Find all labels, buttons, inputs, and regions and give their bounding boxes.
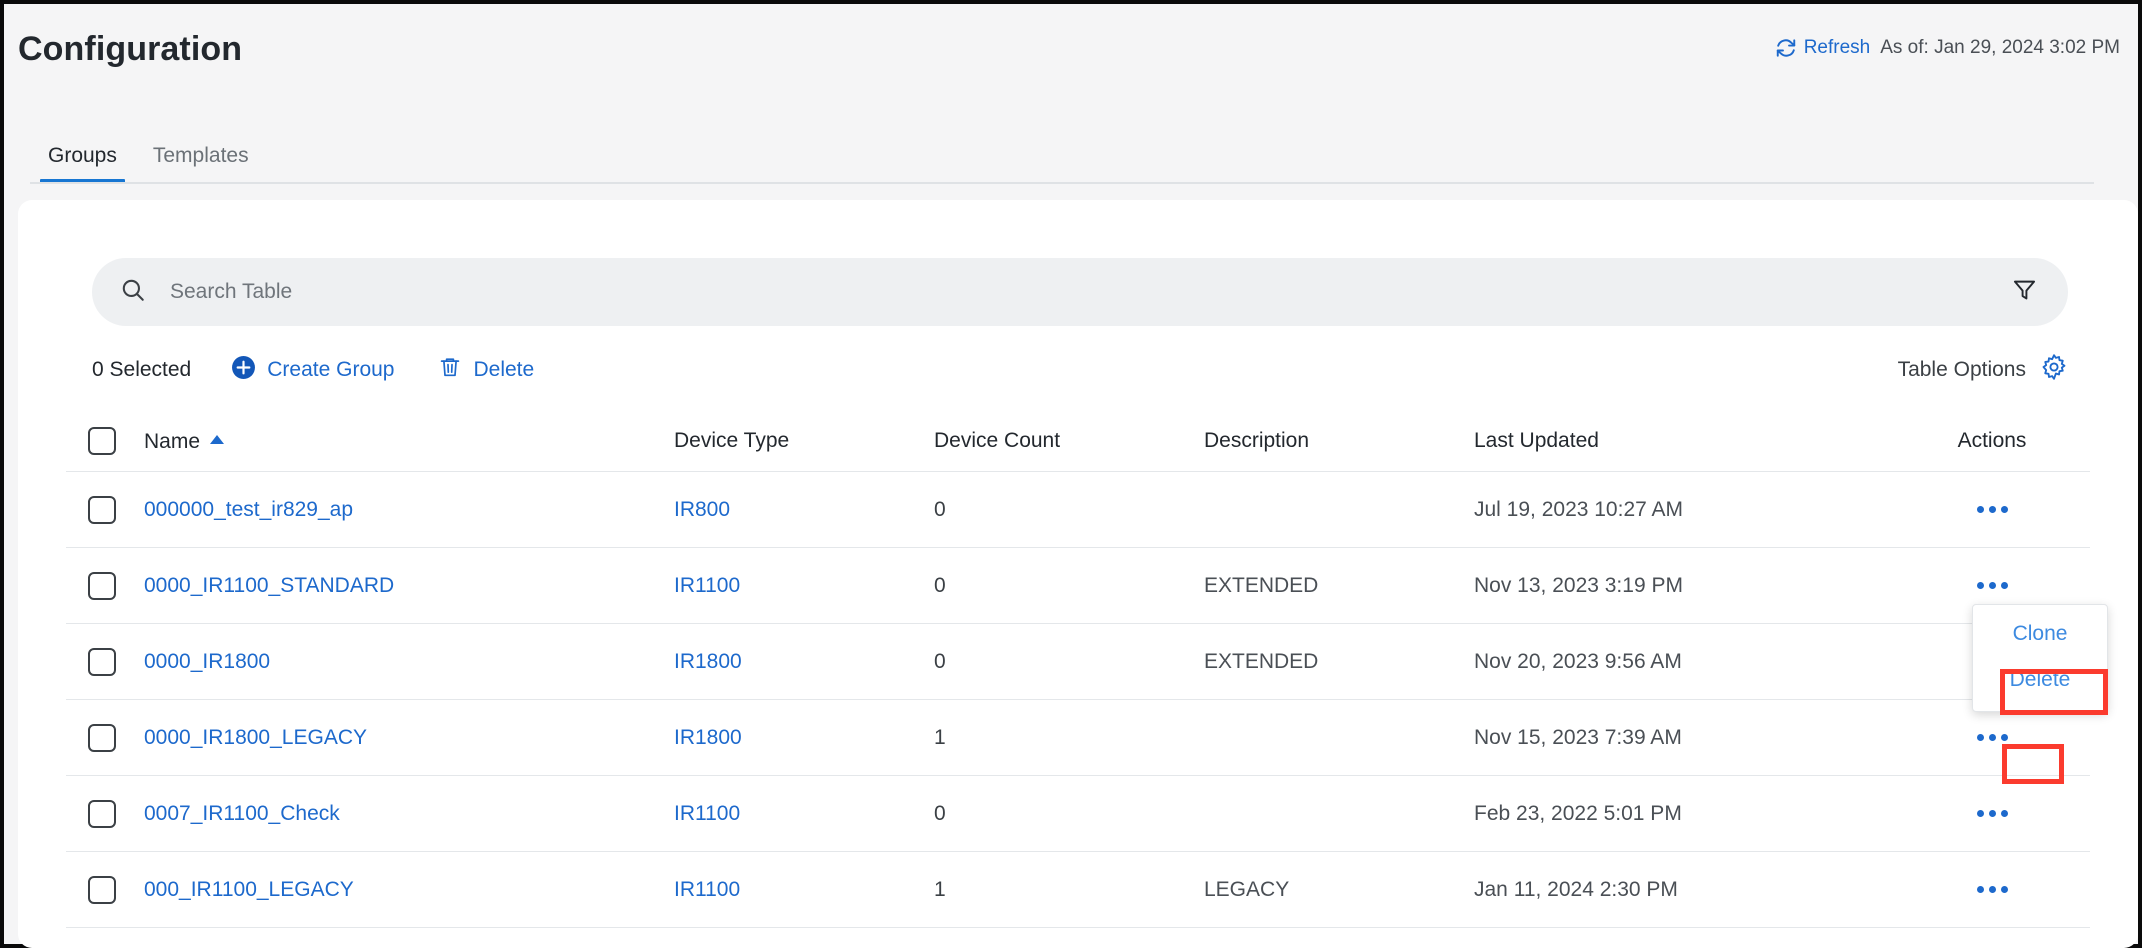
column-header-name[interactable]: Name bbox=[144, 427, 674, 454]
delete-button[interactable]: Delete bbox=[438, 355, 534, 385]
row-checkbox[interactable] bbox=[88, 799, 116, 828]
selected-count: 0 Selected bbox=[92, 358, 192, 381]
device-count-value: 1 bbox=[934, 725, 946, 749]
column-header-actions: Actions bbox=[1957, 428, 2027, 452]
description-value: LEGACY bbox=[1204, 877, 1290, 901]
device-type-link[interactable]: IR1800 bbox=[674, 650, 742, 673]
description-value: EXTENDED bbox=[1204, 649, 1319, 673]
device-count-value: 1 bbox=[934, 877, 946, 901]
group-name-link[interactable]: 0000_IR1800_LEGACY bbox=[144, 726, 367, 749]
description-value: EXTENDED bbox=[1204, 573, 1319, 597]
sort-asc-icon bbox=[209, 427, 225, 451]
device-type-link[interactable]: IR800 bbox=[674, 498, 730, 521]
row-checkbox[interactable] bbox=[88, 647, 116, 676]
device-type-link[interactable]: IR1100 bbox=[674, 878, 740, 901]
search-bar bbox=[92, 258, 2068, 326]
refresh-label: Refresh bbox=[1803, 37, 1871, 58]
group-name-link[interactable]: 000_IR1100_LEGACY bbox=[144, 878, 354, 901]
device-count-value: 0 bbox=[934, 649, 946, 673]
row-select-cell bbox=[66, 799, 144, 828]
refresh-button[interactable]: Refresh bbox=[1775, 37, 1871, 59]
tab-bar: Groups Templates bbox=[30, 122, 267, 184]
search-icon bbox=[120, 277, 146, 308]
tab-divider bbox=[30, 182, 2094, 184]
device-count-value: 0 bbox=[934, 497, 946, 521]
device-type-link[interactable]: IR1100 bbox=[674, 802, 740, 825]
row-select-cell bbox=[66, 647, 144, 676]
trash-icon bbox=[438, 355, 462, 385]
group-name-link[interactable]: 000000_test_ir829_ap bbox=[144, 498, 353, 521]
menu-item-delete[interactable]: Delete bbox=[1973, 657, 2107, 703]
groups-table: Name Device Type Device Count Descriptio… bbox=[66, 410, 2090, 928]
table-row[interactable]: 000000_test_ir829_ap IR800 0 Jul 19, 202… bbox=[66, 472, 2090, 548]
last-updated-value: Nov 13, 2023 3:19 PM bbox=[1474, 573, 1683, 597]
row-actions-menu-icon[interactable] bbox=[1973, 804, 2012, 823]
column-header-device-type[interactable]: Device Type bbox=[674, 429, 934, 453]
row-actions-popup-menu: Clone Delete bbox=[1972, 604, 2108, 712]
filter-icon[interactable] bbox=[2011, 276, 2038, 308]
table-row[interactable]: 0000_IR1800 IR1800 0 EXTENDED Nov 20, 20… bbox=[66, 624, 2090, 700]
page-header: Configuration Refresh As of: Jan 29, 202… bbox=[4, 4, 2138, 132]
table-row[interactable]: 0000_IR1100_STANDARD IR1100 0 EXTENDED N… bbox=[66, 548, 2090, 624]
row-checkbox[interactable] bbox=[88, 875, 116, 904]
row-select-cell bbox=[66, 495, 144, 524]
refresh-icon bbox=[1775, 37, 1797, 59]
last-updated-value: Nov 20, 2023 9:56 AM bbox=[1474, 649, 1682, 673]
column-header-device-count[interactable]: Device Count bbox=[934, 429, 1204, 453]
search-input[interactable] bbox=[170, 280, 1995, 304]
row-checkbox[interactable] bbox=[88, 723, 116, 752]
delete-label: Delete bbox=[473, 358, 535, 381]
row-checkbox[interactable] bbox=[88, 495, 116, 524]
row-checkbox[interactable] bbox=[88, 571, 116, 600]
row-select-cell bbox=[66, 875, 144, 904]
select-all-cell bbox=[66, 426, 144, 455]
as-of-timestamp: As of: Jan 29, 2024 3:02 PM bbox=[1880, 37, 2120, 58]
table-options-button[interactable]: Table Options bbox=[1898, 353, 2068, 387]
last-updated-value: Jul 19, 2023 10:27 AM bbox=[1474, 497, 1683, 521]
tab-groups[interactable]: Groups bbox=[30, 144, 135, 184]
group-name-link[interactable]: 0000_IR1100_STANDARD bbox=[144, 574, 394, 597]
row-actions-menu-icon[interactable] bbox=[1973, 576, 2012, 595]
row-actions-menu-icon[interactable] bbox=[1973, 500, 2012, 519]
table-row[interactable]: 0000_IR1800_LEGACY IR1800 1 Nov 15, 2023… bbox=[66, 700, 2090, 776]
column-header-last-updated[interactable]: Last Updated bbox=[1474, 429, 1894, 453]
page-title: Configuration bbox=[18, 30, 243, 68]
last-updated-value: Jan 11, 2024 2:30 PM bbox=[1474, 877, 1678, 901]
last-updated-value: Feb 23, 2022 5:01 PM bbox=[1474, 801, 1682, 825]
table-body: 000000_test_ir829_ap IR800 0 Jul 19, 202… bbox=[66, 472, 2090, 928]
device-count-value: 0 bbox=[934, 801, 946, 825]
create-group-label: Create Group bbox=[267, 358, 395, 381]
app-screenshot: Configuration Refresh As of: Jan 29, 202… bbox=[0, 0, 2142, 948]
row-select-cell bbox=[66, 723, 144, 752]
table-row[interactable]: 0007_IR1100_Check IR1100 0 Feb 23, 2022 … bbox=[66, 776, 2090, 852]
header-actions: Refresh As of: Jan 29, 2024 3:02 PM bbox=[1775, 37, 2120, 59]
create-group-button[interactable]: Create Group bbox=[231, 355, 394, 386]
table-header: Name Device Type Device Count Descriptio… bbox=[66, 410, 2090, 472]
row-select-cell bbox=[66, 571, 144, 600]
group-name-link[interactable]: 0007_IR1100_Check bbox=[144, 802, 340, 825]
table-toolbar: 0 Selected Create Group Delete Table Opt… bbox=[92, 348, 2068, 392]
menu-item-clone[interactable]: Clone bbox=[1973, 611, 2107, 657]
device-count-value: 0 bbox=[934, 573, 946, 597]
tab-templates[interactable]: Templates bbox=[135, 144, 267, 184]
gear-icon bbox=[2040, 353, 2068, 387]
row-actions-menu-icon-active[interactable] bbox=[1973, 728, 2012, 747]
plus-circle-icon bbox=[231, 355, 256, 386]
select-all-checkbox[interactable] bbox=[88, 426, 116, 455]
table-header-row: Name Device Type Device Count Descriptio… bbox=[66, 410, 2090, 472]
content-card: 0 Selected Create Group bbox=[18, 200, 2138, 948]
table-row[interactable]: 000_IR1100_LEGACY IR1100 1 LEGACY Jan 11… bbox=[66, 852, 2090, 928]
device-type-link[interactable]: IR1800 bbox=[674, 726, 742, 749]
column-header-name-label: Name bbox=[144, 430, 201, 453]
last-updated-value: Nov 15, 2023 7:39 AM bbox=[1474, 725, 1682, 749]
table-options-label: Table Options bbox=[1897, 358, 2026, 381]
group-name-link[interactable]: 0000_IR1800 bbox=[144, 650, 270, 673]
device-type-link[interactable]: IR1100 bbox=[674, 574, 740, 597]
row-actions-menu-icon[interactable] bbox=[1973, 880, 2012, 899]
column-header-description[interactable]: Description bbox=[1204, 429, 1474, 453]
